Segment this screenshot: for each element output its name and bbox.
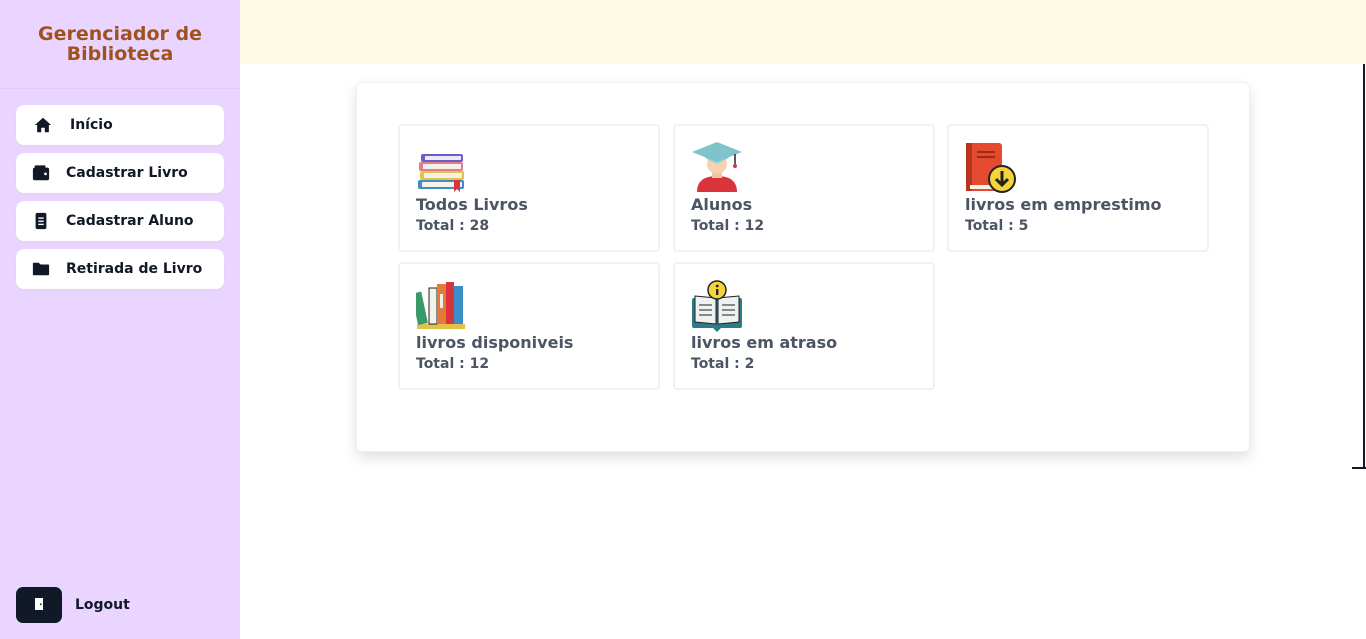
brand-header: Gerenciador de Biblioteca (0, 0, 240, 89)
card-total: Total : 2 (691, 356, 755, 372)
bookshelf-icon (411, 280, 468, 332)
books-stack-icon (416, 142, 468, 194)
card-todos-livros[interactable]: Todos Livros Total : 28 (398, 124, 660, 252)
card-alunos[interactable]: Alunos Total : 12 (673, 124, 935, 252)
sidebar: Gerenciador de Biblioteca Início Cadastr… (0, 0, 240, 639)
card-title: Alunos (691, 195, 753, 214)
card-title: livros em atraso (691, 333, 838, 352)
logout-label[interactable]: Logout (75, 597, 130, 613)
card-total: Total : 12 (691, 218, 765, 234)
sidebar-item-label: Início (70, 117, 113, 133)
card-title: livros em emprestimo (965, 195, 1162, 214)
card-title: Todos Livros (416, 195, 528, 214)
sidebar-item-label: Retirada de Livro (66, 261, 203, 277)
card-total: Total : 28 (416, 218, 490, 234)
app-title: Gerenciador de Biblioteca (38, 23, 202, 65)
document-icon (16, 212, 66, 230)
door-icon (32, 596, 46, 615)
sidebar-nav: Início Cadastrar Livro Cadastrar Aluno R… (0, 89, 240, 289)
home-icon (16, 116, 70, 134)
card-title: livros disponiveis (416, 333, 574, 352)
main-border-corner (1352, 467, 1366, 469)
card-livros-em-emprestimo[interactable]: livros em emprestimo Total : 5 (947, 124, 1209, 252)
sidebar-item-retirada-de-livro[interactable]: Retirada de Livro (16, 249, 224, 289)
graduate-student-icon (691, 142, 743, 194)
card-livros-em-atraso[interactable]: livros em atraso Total : 2 (673, 262, 935, 390)
folder-icon (16, 260, 66, 278)
main-border (1363, 64, 1365, 469)
card-total: Total : 5 (965, 218, 1029, 234)
top-bar (240, 0, 1366, 64)
card-total: Total : 12 (416, 356, 490, 372)
sidebar-item-cadastrar-aluno[interactable]: Cadastrar Aluno (16, 201, 224, 241)
sidebar-item-label: Cadastrar Livro (66, 165, 188, 181)
sidebar-item-label: Cadastrar Aluno (66, 213, 194, 229)
card-livros-disponiveis[interactable]: livros disponiveis Total : 12 (398, 262, 660, 390)
wallet-icon (16, 164, 66, 182)
book-download-icon (965, 142, 1017, 194)
dashboard-panel: Todos Livros Total : 28 Alunos Total : 1… (356, 82, 1250, 452)
open-book-info-icon (691, 280, 743, 332)
logout-button[interactable] (16, 587, 62, 623)
logout: Logout (16, 587, 130, 623)
sidebar-item-inicio[interactable]: Início (16, 105, 224, 145)
sidebar-item-cadastrar-livro[interactable]: Cadastrar Livro (16, 153, 224, 193)
